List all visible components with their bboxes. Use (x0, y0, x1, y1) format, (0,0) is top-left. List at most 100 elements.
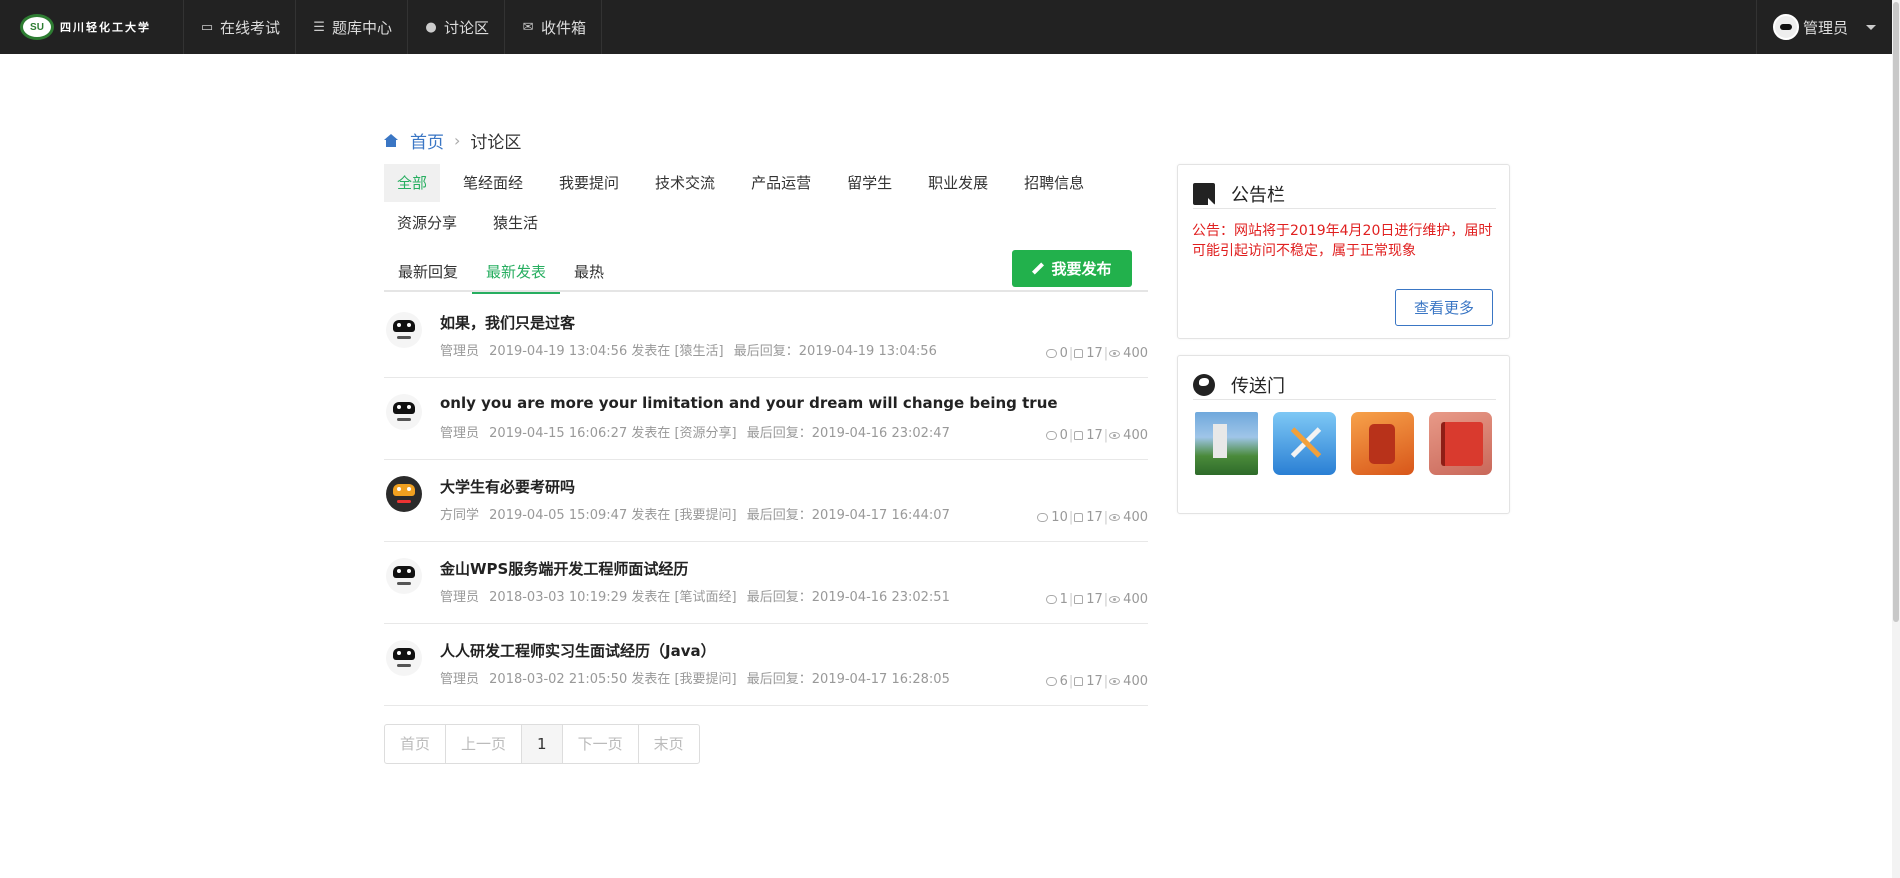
post-title[interactable]: only you are more your limitation and yo… (440, 394, 1058, 412)
post-author[interactable]: 管理员 (440, 344, 479, 359)
user-menu[interactable]: 管理员 (1755, 0, 1900, 54)
post-title[interactable]: 大学生有必要考研吗 (440, 476, 575, 497)
chevron-right-icon: › (454, 131, 461, 150)
post-meta: 管理员 2019-04-19 13:04:56 发表在 [猿生活] 最后回复：2… (440, 340, 943, 359)
publish-button[interactable]: 我要发布 (1012, 250, 1132, 287)
category-tab[interactable]: 我要提问 (546, 164, 632, 202)
post-item: only you are more your limitation and yo… (384, 378, 1148, 460)
portal-card-header: 传送门 (1193, 370, 1496, 400)
post-last-reply: 最后回复：2019-04-19 13:04:56 (733, 344, 937, 359)
post-stats: 0 | 17 | 400 (1045, 346, 1148, 361)
post-posted: 2018-03-02 21:05:50 发表在 [我要提问] (489, 672, 737, 687)
category-tab[interactable]: 招聘信息 (1011, 164, 1097, 202)
thumbs-up-icon[interactable] (1074, 431, 1084, 440)
campus-photo-link[interactable] (1195, 412, 1258, 475)
post-author[interactable]: 管理员 (440, 426, 479, 441)
audio-app-icon[interactable] (1351, 412, 1414, 475)
logo-text: 四川轻化工大学 (60, 21, 151, 34)
nav-question-bank[interactable]: ☰ 题库中心 (296, 0, 409, 54)
sort-tab-latest-post[interactable]: 最新发表 (472, 252, 561, 294)
post-author[interactable]: 管理员 (440, 672, 479, 687)
notebook-icon[interactable] (1429, 412, 1492, 475)
post-title[interactable]: 如果，我们只是过客 (440, 312, 575, 333)
panda-avatar[interactable] (386, 558, 422, 594)
post-author[interactable]: 方同学 (440, 508, 479, 523)
category-tab[interactable]: 全部 (384, 164, 441, 202)
category-tab[interactable]: 产品运营 (738, 164, 824, 202)
page-last-button[interactable]: 末页 (639, 725, 699, 763)
category-tab[interactable]: 留学生 (834, 164, 905, 202)
cartoon-avatar[interactable] (386, 476, 422, 512)
page-next-button[interactable]: 下一页 (563, 725, 639, 763)
sticky-note-icon (1193, 182, 1215, 205)
post-stats: 10 | 17 | 400 (1037, 510, 1148, 525)
post-last-reply: 最后回复：2019-04-16 23:02:47 (746, 426, 950, 441)
nav-label: 收件箱 (541, 18, 587, 37)
eye-icon (1109, 596, 1121, 603)
page-first-button[interactable]: 首页 (385, 725, 447, 763)
eye-icon (1109, 514, 1121, 521)
nav-inbox[interactable]: ✉ 收件箱 (505, 0, 603, 54)
scrollbar-thumb[interactable] (1893, 2, 1899, 622)
top-navbar: SU 四川轻化工大学 ▭ 在线考试 ☰ 题库中心 ● 讨论区 ✉ 收件箱 管理员 (0, 0, 1900, 54)
comment-count: 0 (1059, 346, 1068, 361)
comment-count: 0 (1059, 428, 1068, 443)
post-list: 如果，我们只是过客 管理员 2019-04-19 13:04:56 发表在 [猿… (384, 296, 1148, 706)
page-current[interactable]: 1 (522, 725, 563, 763)
thumbs-up-icon[interactable] (1074, 595, 1084, 604)
globe-icon (1193, 373, 1215, 396)
page-scrollbar[interactable] (1892, 0, 1900, 878)
post-item: 如果，我们只是过客 管理员 2019-04-19 13:04:56 发表在 [猿… (384, 296, 1148, 378)
notice-card-title: 公告栏 (1231, 184, 1285, 206)
like-count: 17 (1086, 346, 1103, 361)
eye-icon (1109, 350, 1121, 357)
caret-down-icon (1866, 24, 1876, 30)
comment-count: 10 (1051, 510, 1068, 525)
post-title[interactable]: 人人研发工程师实习生面试经历（Java） (440, 640, 716, 661)
category-tab[interactable]: 猿生活 (480, 204, 551, 242)
view-count: 400 (1123, 674, 1148, 689)
post-stats: 1 | 17 | 400 (1045, 592, 1148, 607)
breadcrumb-home-link[interactable]: 首页 (410, 128, 444, 153)
panda-avatar[interactable] (386, 640, 422, 676)
university-logo[interactable]: SU 四川轻化工大学 (0, 0, 184, 54)
breadcrumb: 首页 › 讨论区 (384, 128, 521, 153)
post-meta: 管理员 2018-03-03 10:19:29 发表在 [笔试面经] 最后回复：… (440, 586, 956, 605)
panda-avatar[interactable] (386, 394, 422, 430)
nav-label: 题库中心 (332, 18, 393, 37)
category-tab[interactable]: 资源分享 (384, 204, 470, 242)
post-stats: 6 | 17 | 400 (1045, 674, 1148, 689)
thumbs-up-icon[interactable] (1074, 677, 1084, 686)
notice-card-header: 公告栏 (1193, 179, 1496, 209)
eye-icon (1109, 678, 1121, 685)
nav-label: 讨论区 (444, 18, 490, 37)
post-author[interactable]: 管理员 (440, 590, 479, 605)
list-icon: ☰ (313, 19, 325, 35)
developer-tools-icon[interactable] (1273, 412, 1336, 475)
comment-icon (1045, 349, 1057, 358)
thumbs-up-icon[interactable] (1074, 513, 1084, 522)
like-count: 17 (1086, 428, 1103, 443)
portal-links (1195, 412, 1507, 475)
user-name: 管理员 (1802, 18, 1848, 37)
thumbs-up-icon[interactable] (1074, 349, 1084, 358)
category-tab[interactable]: 职业发展 (915, 164, 1001, 202)
comment-count: 1 (1059, 592, 1068, 607)
post-title[interactable]: 金山WPS服务端开发工程师面试经历 (440, 558, 688, 579)
category-tab[interactable]: 笔经面经 (450, 164, 536, 202)
nav-online-exam[interactable]: ▭ 在线考试 (184, 0, 297, 54)
notice-card: 公告栏 公告：网站将于2019年4月20日进行维护，届时可能引起访问不稳定，属于… (1177, 164, 1510, 339)
view-more-button[interactable]: 查看更多 (1395, 289, 1493, 326)
page-prev-button[interactable]: 上一页 (446, 725, 523, 763)
nav-label: 在线考试 (220, 18, 281, 37)
nav-discussion[interactable]: ● 讨论区 (408, 0, 506, 54)
sort-tab-latest-reply[interactable]: 最新回复 (384, 252, 472, 292)
sort-tabs: 最新回复 最新发表 最热 我要发布 (384, 250, 1148, 294)
post-posted: 2018-03-03 10:19:29 发表在 [笔试面经] (489, 590, 737, 605)
post-posted: 2019-04-15 16:06:27 发表在 [资源分享] (489, 426, 737, 441)
panda-avatar[interactable] (386, 312, 422, 348)
post-item: 金山WPS服务端开发工程师面试经历 管理员 2018-03-03 10:19:2… (384, 542, 1148, 624)
category-tab[interactable]: 技术交流 (642, 164, 728, 202)
sort-tab-hottest[interactable]: 最热 (560, 252, 618, 292)
pagination: 首页 上一页 1 下一页 末页 (384, 724, 700, 764)
